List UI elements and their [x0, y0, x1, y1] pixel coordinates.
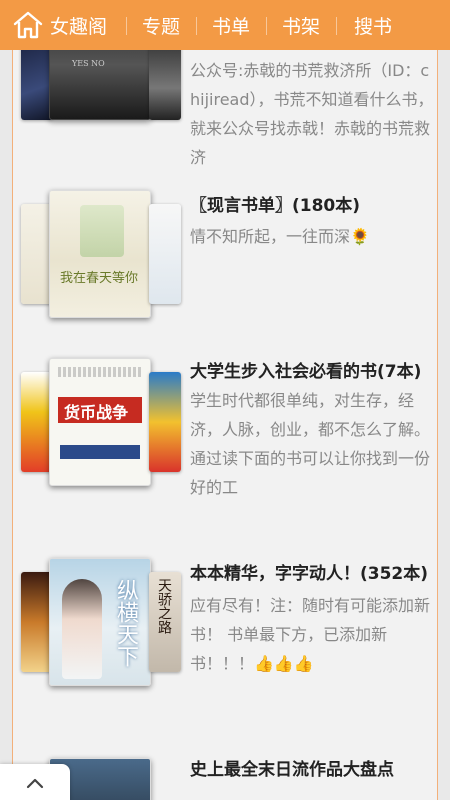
list-item[interactable]: 史上最全末日流作品大盘点: [13, 750, 437, 800]
list-title: 本本精华，字字动人！(352本): [190, 564, 429, 584]
cover-title: 纵横天下: [113, 579, 138, 667]
book-cover-main: 我在春天等你: [49, 190, 151, 318]
list-desc: 学生时代都很单纯，对生存，经济，人脉，创业，都不怎么了解。通过读下面的书可以让你…: [190, 391, 431, 497]
book-cover: 天骄之路: [149, 572, 181, 672]
cover-stack: 我在春天等你: [21, 190, 181, 318]
nav-item-booklists[interactable]: 书单: [196, 0, 266, 50]
nav-home[interactable]: 女趣阁: [0, 0, 126, 50]
cover-stack: 货币战争: [21, 358, 181, 486]
list-desc: 应有尽有！注：随时有可能添加新书！ 书单最下方，已添加新书！！！👍👍👍: [190, 596, 431, 673]
nav-item-topics[interactable]: 专题: [126, 0, 196, 50]
cover-title: YES NO: [72, 59, 105, 68]
book-cover-main: 纵横天下: [49, 558, 151, 686]
nav-item-search[interactable]: 搜书: [336, 0, 410, 50]
list-title: 史上最全末日流作品大盘点: [190, 760, 394, 780]
list-desc: 公众号:赤戟的书荒救济所（ID：chijiread），书荒不知道看什么书，就来公…: [190, 61, 434, 167]
chevron-up-icon: [26, 778, 44, 789]
list-text: 大学生步入社会必看的书(7本) 学生时代都很单纯，对生存，经济，人脉，创业，都不…: [190, 358, 438, 504]
list-text: 史上最全末日流作品大盘点: [190, 756, 438, 784]
book-cover: [149, 372, 181, 472]
home-icon: [13, 11, 43, 39]
list-text: 〖现言书单〗(180本) 情不知所起，一往而深🌻: [190, 192, 438, 251]
book-cover-main: 货币战争: [49, 358, 151, 486]
nav-item-bookshelf[interactable]: 书架: [266, 0, 336, 50]
side-cover-title: 天骄之路: [156, 578, 172, 634]
nav-home-label: 女趣阁: [50, 15, 108, 38]
list-item[interactable]: 纵横天下 天骄之路 本本精华，字字动人！(352本) 应有尽有！注：随时有可能添…: [13, 558, 437, 728]
list-item[interactable]: 货币战争 大学生步入社会必看的书(7本) 学生时代都很单纯，对生存，经济，人脉，…: [13, 358, 437, 528]
list-title: 〖现言书单〗(180本): [190, 196, 361, 216]
list-text: 公众号:赤戟的书荒救济所（ID：chijiread），书荒不知道看什么书，就来公…: [190, 56, 438, 172]
list-title: 大学生步入社会必看的书(7本): [190, 362, 422, 382]
cover-title: 货币战争: [64, 403, 129, 422]
book-cover: [149, 204, 181, 304]
top-nav: 女趣阁 专题 书单 书架 搜书: [0, 0, 450, 50]
list-text: 本本精华，字字动人！(352本) 应有尽有！注：随时有可能添加新书！ 书单最下方…: [190, 558, 438, 678]
list-desc: 情不知所起，一往而深🌻: [190, 227, 370, 246]
cover-stack: 纵横天下 天骄之路: [21, 558, 181, 686]
back-to-top-button[interactable]: [0, 764, 70, 800]
cover-title: 我在春天等你: [60, 271, 139, 286]
booklist-panel: YES NO 公众号:赤戟的书荒救济所（ID：chijiread），书荒不知道看…: [12, 10, 438, 800]
book-cover: [149, 40, 181, 120]
list-item[interactable]: 我在春天等你 〖现言书单〗(180本) 情不知所起，一往而深🌻: [13, 190, 437, 320]
